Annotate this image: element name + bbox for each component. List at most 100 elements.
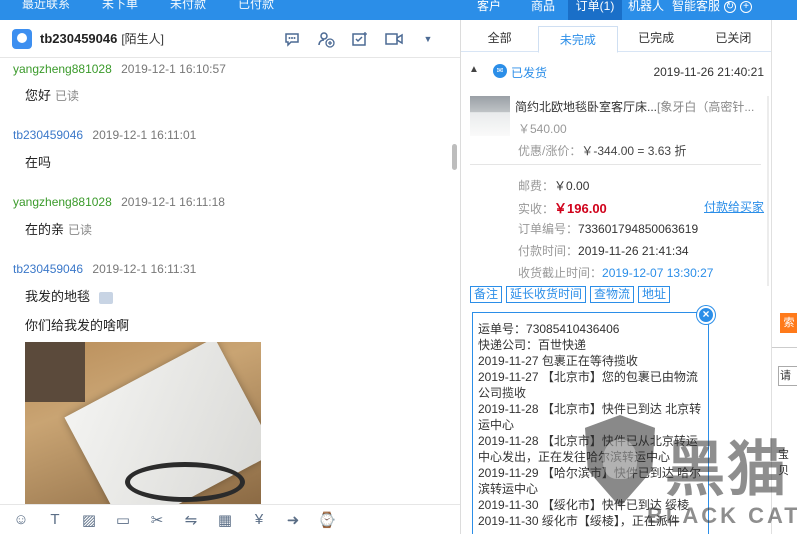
- orange-button[interactable]: 索: [780, 313, 797, 333]
- calculator-icon[interactable]: ▦: [208, 511, 242, 529]
- refresh-icon[interactable]: ↻: [724, 1, 736, 13]
- courier-company: 百世快递: [538, 338, 587, 352]
- tracking-label: 运单号：: [478, 322, 527, 336]
- divider: [470, 164, 761, 165]
- scissors-icon[interactable]: ✂: [140, 511, 174, 529]
- tab-orders[interactable]: 订单(1): [568, 0, 622, 20]
- entry-date: 2019-11-27: [478, 354, 539, 368]
- forward-icon[interactable]: ➜: [276, 511, 310, 529]
- checklist-icon[interactable]: [350, 30, 370, 48]
- order-panel: 全部 未完成 已完成 已关闭 ▲ ✉ 已发货 2019-11-26 21:40:…: [460, 20, 772, 534]
- message-header: tb230459046 2019-12-1 16:11:01: [13, 128, 196, 142]
- sender-name[interactable]: tb230459046: [13, 262, 83, 276]
- orange-button-label: 索: [783, 317, 795, 329]
- more-icon[interactable]: ▼: [418, 30, 438, 48]
- company-row: 快递公司：百世快递: [478, 337, 704, 353]
- product-image[interactable]: [470, 96, 510, 136]
- track-logistics-button[interactable]: 查物流: [590, 286, 635, 303]
- paid-row: 实收：￥196.00: [518, 198, 607, 217]
- top-bar: 最近联系 未下单 未付款 已付款 客户 商品 订单(1) 机器人 智能客服 ↻ …: [0, 0, 797, 20]
- tab-goods[interactable]: 商品: [518, 0, 568, 20]
- paid-value: ￥196.00: [554, 201, 607, 216]
- address-button[interactable]: 地址: [638, 286, 671, 303]
- product-price: ￥540.00: [518, 122, 567, 136]
- select-input[interactable]: 请选: [778, 366, 797, 386]
- note-button[interactable]: 备注: [470, 286, 503, 303]
- logistics-entry: 2019-11-29 【哈尔滨市】快件已到达 哈尔滨转运中心: [478, 465, 704, 497]
- read-status: 已读: [55, 89, 80, 103]
- message-bubble: 您好 已读: [25, 85, 79, 104]
- contact-tag: [陌生人]: [121, 32, 165, 46]
- pay-time-row: 付款时间：2019-11-26 21:41:34: [518, 242, 689, 259]
- logistics-content: 运单号：73085410436406 快递公司：百世快递 2019-11-27 …: [478, 321, 704, 529]
- transfer-icon[interactable]: ⇋: [174, 511, 208, 529]
- tab-closed[interactable]: 已关闭: [695, 20, 772, 51]
- conversation-filter-tabs: 最近联系 未下单 未付款 已付款: [0, 0, 460, 20]
- discount-value: ￥-344.00 = 3.63 折: [581, 144, 687, 158]
- video-icon[interactable]: [384, 30, 404, 48]
- entry-date: 2019-11-28: [478, 434, 539, 448]
- add-icon[interactable]: +: [740, 1, 752, 13]
- extend-receipt-button[interactable]: 延长收货时间: [506, 286, 587, 303]
- message-text: 我发的地毯: [25, 289, 91, 304]
- panel-tabs: 客户 商品 订单(1) 机器人 智能客服 ↻ +: [460, 0, 752, 20]
- close-icon[interactable]: ×: [697, 306, 715, 324]
- text-format-icon[interactable]: T: [38, 511, 72, 528]
- tab-recent[interactable]: 最近联系: [0, 0, 80, 20]
- shipping-label: 邮费：: [518, 179, 555, 193]
- tab-not-ordered[interactable]: 未下单: [80, 0, 148, 20]
- history-icon[interactable]: ⌚: [310, 511, 344, 529]
- chat-scrollbar[interactable]: [452, 144, 457, 170]
- side-strip: 索 请选 宝贝: [771, 20, 797, 534]
- product-title[interactable]: 简约北欧地毯卧室客厅床...[象牙白（高密针...: [515, 98, 765, 115]
- product-name[interactable]: 简约北欧地毯卧室客厅床...: [515, 100, 657, 114]
- message-bubble: 在吗: [25, 152, 51, 171]
- coupon-icon[interactable]: ¥: [242, 511, 276, 528]
- tab-smart-service[interactable]: 智能客服: [670, 0, 722, 20]
- entry-date: 2019-11-30: [478, 498, 539, 512]
- entry-date: 2019-11-29: [478, 466, 539, 480]
- folder-icon[interactable]: ▭: [106, 511, 140, 529]
- emoji-icon[interactable]: ☺: [4, 511, 38, 528]
- tracking-number[interactable]: 73085410436406: [526, 322, 619, 336]
- sender-name[interactable]: tb230459046: [13, 128, 83, 142]
- receive-deadline: 2019-12-07 13:30:27: [602, 266, 714, 280]
- message-text: 您好: [25, 88, 52, 103]
- company-label: 快递公司：: [478, 338, 539, 352]
- tab-complete[interactable]: 已完成: [618, 20, 695, 51]
- message-bubble: 我发的地毯: [25, 286, 113, 305]
- tab-incomplete[interactable]: 未完成: [538, 26, 618, 53]
- message-bubble: 你们给我发的啥啊: [25, 315, 129, 334]
- entry-date: 2019-11-27: [478, 370, 539, 384]
- collapse-icon[interactable]: ▲: [469, 64, 479, 75]
- logistics-popup: 运单号：73085410436406 快递公司：百世快递 2019-11-27 …: [472, 312, 709, 534]
- sender-name[interactable]: yangzheng881028: [13, 195, 112, 209]
- pay-buyer-link[interactable]: 付款给买家: [704, 198, 764, 215]
- message-list[interactable]: yangzheng881028 2019-12-1 16:10:57 您好 已读 …: [0, 58, 452, 504]
- contact-name[interactable]: tb230459046: [40, 31, 117, 46]
- product-attr: [象牙白（高密针...: [657, 100, 755, 114]
- add-contact-icon[interactable]: [316, 30, 336, 48]
- order-header: ▲ ✉ 已发货 2019-11-26 21:40:21: [461, 58, 772, 84]
- entry-date: 2019-11-28: [478, 402, 539, 416]
- tab-all-orders[interactable]: 全部: [461, 20, 538, 51]
- discount-label: 优惠/涨价：: [518, 144, 582, 158]
- tab-paid[interactable]: 已付款: [216, 0, 284, 20]
- app-window: 最近联系 未下单 未付款 已付款 客户 商品 订单(1) 机器人 智能客服 ↻ …: [0, 0, 797, 534]
- entry-text: 【绥化市】快件已到达 绥棱: [541, 498, 690, 512]
- tab-customer[interactable]: 客户: [460, 0, 518, 20]
- logistics-entry: 2019-11-28 【北京市】快件已到达 北京转运中心: [478, 401, 704, 433]
- order-scrollbar[interactable]: [767, 96, 769, 286]
- message-photo[interactable]: [25, 342, 261, 504]
- order-number[interactable]: 733601794850063619: [578, 222, 698, 236]
- image-icon[interactable]: ▨: [72, 511, 106, 529]
- message-header: tb230459046 2019-12-1 16:11:31: [13, 262, 196, 276]
- chat-bubble-icon[interactable]: [282, 30, 302, 48]
- tab-robot[interactable]: 机器人: [622, 0, 670, 20]
- sender-name[interactable]: yangzheng881028: [13, 62, 112, 76]
- side-text: 宝贝: [778, 449, 789, 477]
- message-text: 在吗: [25, 155, 52, 170]
- tab-not-paid[interactable]: 未付款: [148, 0, 216, 20]
- pay-time: 2019-11-26 21:41:34: [578, 244, 689, 258]
- order-number-row: 订单编号：733601794850063619: [518, 220, 698, 237]
